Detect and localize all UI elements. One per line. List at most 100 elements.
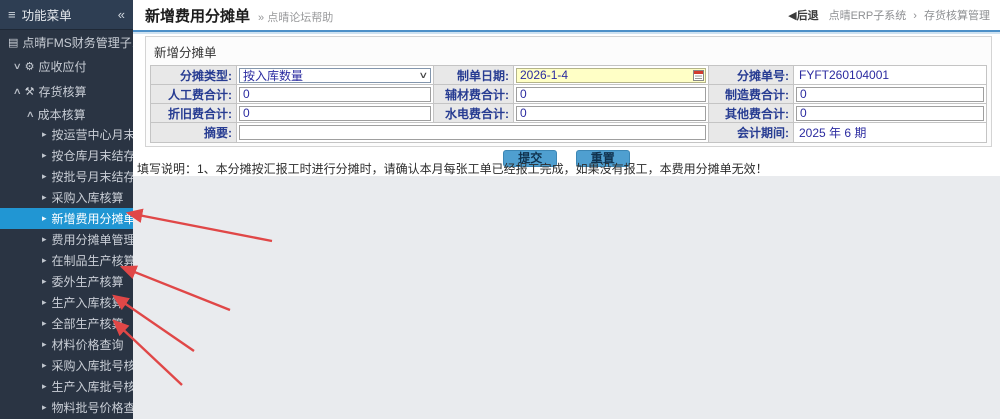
sidebar-item-label: 按批号月末结存 bbox=[52, 168, 133, 185]
sidebar-item[interactable]: ▸ 物料批号价格查询 bbox=[0, 397, 133, 418]
sidebar-item[interactable]: ▸ 生产入库核算 bbox=[0, 292, 133, 313]
main-header: 新增费用分摊单 » 点晴论坛帮助 ◀后退 点晴ERP子系统 › 存货核算管理 bbox=[133, 0, 1000, 30]
sidebar-item-label: 按仓库月末结存 bbox=[52, 147, 133, 164]
breadcrumb-separator: › bbox=[913, 10, 917, 22]
wrench-icon: ⚒ bbox=[25, 85, 35, 98]
sidebar-menu: ▤点晴FMS财务管理子系统∨⚙应收应付∧⚒存货核算∧成本核算▸按运营中心月末结存… bbox=[0, 30, 133, 418]
sidebar-item[interactable]: ▤ 点晴FMS财务管理子系统 bbox=[0, 30, 133, 54]
chevron-up-icon: ∧ bbox=[26, 109, 35, 120]
doc-date-label: 制单日期: bbox=[434, 66, 514, 85]
caret-right-icon: ▸ bbox=[42, 234, 47, 245]
labor-total-input[interactable] bbox=[239, 87, 431, 102]
breadcrumb-item-module[interactable]: 存货核算管理 bbox=[924, 10, 990, 22]
app-window: ≡ 功能菜单 « ▤点晴FMS财务管理子系统∨⚙应收应付∧⚒存货核算∧成本核算▸… bbox=[0, 0, 1000, 419]
sidebar-item[interactable]: ▸ 委外生产核算 bbox=[0, 271, 133, 292]
sidebar-item-label: 委外生产核算 bbox=[52, 273, 124, 290]
sidebar-item[interactable]: ▸ 采购入库批号核算 bbox=[0, 355, 133, 376]
sidebar-item[interactable]: ▸ 生产入库批号核算 bbox=[0, 376, 133, 397]
sidebar-item[interactable]: ▸ 按运营中心月末结存 bbox=[0, 124, 133, 145]
allocation-type-label: 分摊类型: bbox=[151, 66, 237, 85]
chevron-down-icon: ∨ bbox=[419, 70, 429, 81]
depr-total-input[interactable] bbox=[239, 106, 431, 121]
caret-right-icon: ▸ bbox=[42, 318, 47, 329]
chevron-down-icon: ∨ bbox=[13, 61, 22, 72]
sidebar-item[interactable]: ▸ 全部生产核算 bbox=[0, 313, 133, 334]
allocation-type-select[interactable]: 按入库数量 ∨ bbox=[239, 68, 431, 83]
back-button[interactable]: ◀后退 bbox=[788, 7, 818, 23]
main-content: 新增费用分摊单 » 点晴论坛帮助 ◀后退 点晴ERP子系统 › 存货核算管理 新… bbox=[133, 0, 1000, 419]
doc-date-input[interactable] bbox=[516, 68, 706, 83]
caret-right-icon: ▸ bbox=[42, 213, 47, 224]
sidebar-item[interactable]: ▸ 费用分摊单管理 bbox=[0, 229, 133, 250]
sidebar-item-label: 存货核算 bbox=[38, 83, 86, 100]
sidebar-item[interactable]: ▸ 在制品生产核算 bbox=[0, 250, 133, 271]
summary-label: 摘要: bbox=[151, 123, 237, 143]
sidebar-item-label: 采购入库批号核算 bbox=[52, 357, 133, 374]
caret-right-icon: ▸ bbox=[42, 276, 47, 287]
sidebar-item[interactable]: ∧⚒存货核算 bbox=[0, 79, 133, 104]
aux-total-label: 辅材费合计: bbox=[434, 85, 514, 104]
caret-right-icon: ▸ bbox=[42, 150, 47, 161]
sidebar-item-label: 生产入库批号核算 bbox=[52, 378, 133, 395]
allocation-type-value: 按入库数量 bbox=[243, 67, 303, 84]
labor-total-label: 人工费合计: bbox=[151, 85, 237, 104]
gear-icon: ⚙ bbox=[25, 60, 35, 73]
doc-no-label: 分摊单号: bbox=[709, 66, 794, 85]
sidebar-item-label: 新增费用分摊单 bbox=[52, 210, 133, 227]
caret-right-icon: ▸ bbox=[42, 255, 47, 266]
util-total-label: 水电费合计: bbox=[434, 104, 514, 123]
sidebar-item-label: 点晴FMS财务管理子系统 bbox=[22, 34, 133, 51]
summary-input[interactable] bbox=[239, 125, 706, 140]
allocation-form: 分摊类型: 按入库数量 ∨ 制单日期: bbox=[150, 65, 987, 143]
sidebar-item-label: 采购入库核算 bbox=[52, 189, 124, 206]
sidebar-item-label: 物料批号价格查询 bbox=[52, 399, 133, 416]
caret-right-icon: ▸ bbox=[42, 402, 47, 413]
doc-no-value: FYFT260104001 bbox=[794, 66, 987, 85]
mfg-total-label: 制造费合计: bbox=[709, 85, 794, 104]
sidebar-item[interactable]: ▸ 按仓库月末结存 bbox=[0, 145, 133, 166]
caret-right-icon: ▸ bbox=[42, 381, 47, 392]
breadcrumb: ◀后退 点晴ERP子系统 › 存货核算管理 bbox=[788, 0, 990, 30]
sidebar-item-label: 全部生产核算 bbox=[52, 315, 124, 332]
other-total-label: 其他费合计: bbox=[709, 104, 794, 123]
sidebar-item[interactable]: ∨⚙应收应付 bbox=[0, 54, 133, 79]
menu-icon[interactable]: ≡ bbox=[8, 7, 16, 22]
sidebar-item-label: 材料价格查询 bbox=[52, 336, 124, 353]
form-row: 分摊类型: 按入库数量 ∨ 制单日期: bbox=[151, 66, 987, 85]
aux-total-input[interactable] bbox=[516, 87, 706, 102]
caret-right-icon: ▸ bbox=[42, 297, 47, 308]
fill-instructions: 填写说明：1、本分摊按汇报工时进行分摊时，请确认本月每张工单已经报工完成，如果没… bbox=[137, 160, 996, 177]
subsystem-icon: ▤ bbox=[8, 36, 18, 49]
caret-right-icon: ▸ bbox=[42, 192, 47, 203]
caret-right-icon: ▸ bbox=[42, 129, 47, 140]
breadcrumb-item-system[interactable]: 点晴ERP子系统 bbox=[829, 10, 907, 22]
sidebar-item-label: 生产入库核算 bbox=[52, 294, 124, 311]
mfg-total-input[interactable] bbox=[796, 87, 984, 102]
sidebar-item[interactable]: ▸ 按批号月末结存 bbox=[0, 166, 133, 187]
other-total-input[interactable] bbox=[796, 106, 984, 121]
sidebar-item-label: 按运营中心月末结存 bbox=[52, 126, 133, 143]
panel-title: 新增分摊单 bbox=[146, 37, 991, 61]
util-total-input[interactable] bbox=[516, 106, 706, 121]
period-label: 会计期间: bbox=[709, 123, 794, 143]
form-row: 折旧费合计: 水电费合计: 其他费合计: bbox=[151, 104, 987, 123]
sidebar-item[interactable]: ∧成本核算 bbox=[0, 104, 133, 124]
page-title: 新增费用分摊单 bbox=[145, 5, 250, 26]
content-background bbox=[133, 176, 1000, 419]
sidebar-item-active[interactable]: ▸ 新增费用分摊单 bbox=[0, 208, 133, 229]
sidebar-item[interactable]: ▸材料价格查询 bbox=[0, 334, 133, 355]
period-value: 2025 年 6 期 bbox=[794, 123, 987, 143]
form-row: 人工费合计: 辅材费合计: 制造费合计: bbox=[151, 85, 987, 104]
sidebar: ≡ 功能菜单 « ▤点晴FMS财务管理子系统∨⚙应收应付∧⚒存货核算∧成本核算▸… bbox=[0, 0, 133, 419]
caret-right-icon: ▸ bbox=[42, 171, 47, 182]
sidebar-item-label: 成本核算 bbox=[38, 106, 86, 123]
sidebar-item-label: 费用分摊单管理 bbox=[52, 231, 133, 248]
caret-right-icon: ▸ bbox=[42, 360, 47, 371]
calendar-icon[interactable] bbox=[693, 70, 704, 81]
depr-total-label: 折旧费合计: bbox=[151, 104, 237, 123]
forum-help-link[interactable]: » 点晴论坛帮助 bbox=[258, 9, 333, 25]
sidebar-item[interactable]: ▸ 采购入库核算 bbox=[0, 187, 133, 208]
breadcrumb-trail: 点晴ERP子系统 › 存货核算管理 bbox=[829, 7, 990, 23]
collapse-sidebar-icon[interactable]: « bbox=[118, 7, 125, 22]
sidebar-item-label: 在制品生产核算 bbox=[52, 252, 133, 269]
